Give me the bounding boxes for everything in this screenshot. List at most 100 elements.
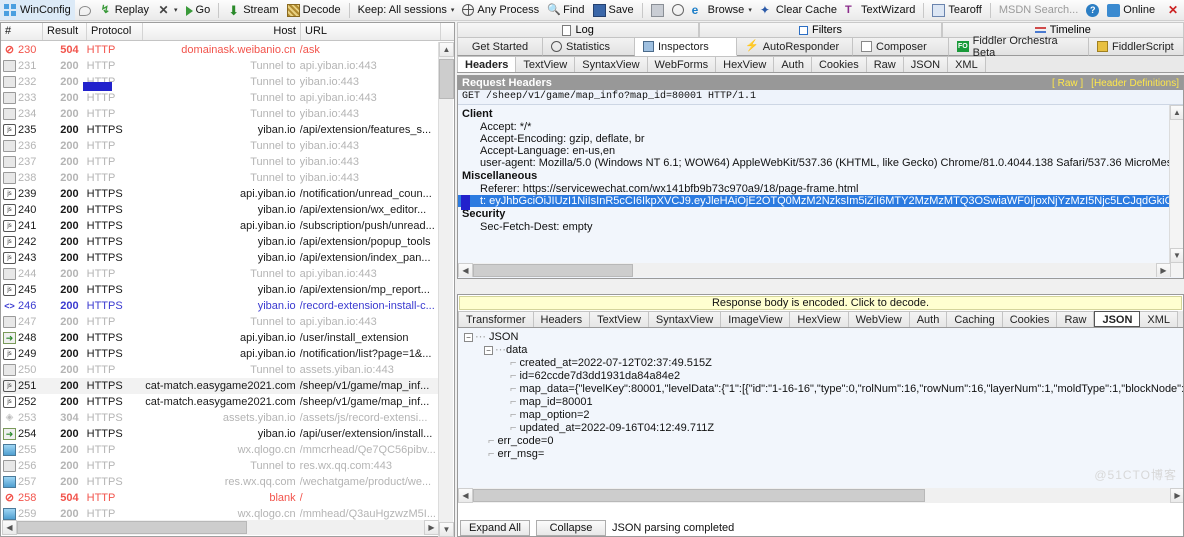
toolbar-keep-dropdown[interactable]: Keep: All sessions ▾: [354, 0, 459, 20]
toolbar-online-button[interactable]: Online: [1103, 0, 1159, 20]
table-row[interactable]: 256 200 HTTP Tunnel to res.wx.qq.com:443: [1, 458, 439, 474]
scroll-thumb[interactable]: [473, 489, 925, 502]
column-header-number[interactable]: #: [1, 23, 43, 40]
tab-inspectors[interactable]: Inspectors: [635, 37, 737, 56]
table-row[interactable]: <> 246 200 HTTPS yiban.io/record-extension-i…: [1, 298, 439, 314]
json-field-node[interactable]: ⌐ map_option=2: [462, 409, 1183, 422]
table-row[interactable]: js 252 200 HTTPS cat-match.easygame2021.com /…: [1, 394, 439, 410]
scroll-up-icon[interactable]: ▲: [439, 42, 454, 57]
toolbar-tearoff-button[interactable]: Tearoff: [928, 0, 985, 20]
toolbar-msdn-search-input[interactable]: MSDN Search...: [995, 0, 1082, 20]
toolbar-any-process-button[interactable]: Any Process: [458, 0, 543, 20]
tab-get-started[interactable]: Get Started: [457, 37, 543, 56]
response-tab-json[interactable]: JSON: [1094, 311, 1141, 327]
table-row[interactable]: 233 200 HTTP Tunnel to api.yiban.io:443: [1, 90, 439, 106]
request-tab-cookies[interactable]: Cookies: [811, 56, 867, 72]
json-root-node[interactable]: − ⋯ JSON: [462, 331, 1183, 344]
table-row[interactable]: ➜ 248 200 HTTPS api.yiban.io/user/install_ex…: [1, 330, 439, 346]
collapse-toggle-icon[interactable]: −: [484, 345, 493, 355]
request-tab-raw[interactable]: Raw: [866, 56, 904, 72]
response-tab-syntaxview[interactable]: SyntaxView: [648, 311, 722, 327]
table-row[interactable]: 247 200 HTTP Tunnel to api.yiban.io:443: [1, 314, 439, 330]
request-tab-auth[interactable]: Auth: [774, 56, 812, 72]
response-tab-imageview[interactable]: ImageView: [721, 311, 791, 327]
scroll-right-icon[interactable]: ▶: [424, 520, 439, 535]
session-list-body[interactable]: ⊘ 230 504 HTTP domainask.weibanio.cn/ask 231 2…: [1, 42, 439, 520]
header-line[interactable]: Accept-Language: en-us,en: [458, 145, 1171, 157]
request-horizontal-scrollbar[interactable]: ◀ ▶: [458, 262, 1171, 277]
header-line-selected[interactable]: t: eyJhbGciOiJIUzI1NiIsInR5cCI6IkpXVCJ9.…: [458, 195, 1171, 207]
request-tab-xml[interactable]: XML: [948, 56, 986, 72]
toolbar-replay-button[interactable]: ↯ Replay: [95, 0, 153, 20]
scroll-down-icon[interactable]: ▼: [1170, 248, 1183, 263]
table-row[interactable]: js 243 200 HTTPS yiban.io/api/extension/inde…: [1, 250, 439, 266]
json-field-node[interactable]: ⌐ map_id=80001: [462, 396, 1183, 409]
json-data-node[interactable]: − ⋯data: [462, 344, 1183, 357]
response-tab-webview[interactable]: WebView: [848, 311, 910, 327]
header-line[interactable]: Accept: */*: [458, 121, 1171, 133]
expand-all-button[interactable]: Expand All: [460, 520, 530, 536]
table-row[interactable]: 250 200 HTTP Tunnel to assets.yiban.io:443: [1, 362, 439, 378]
scroll-up-icon[interactable]: ▲: [1170, 105, 1183, 120]
request-tab-webforms[interactable]: WebForms: [647, 56, 717, 72]
request-tab-headers[interactable]: Headers: [457, 56, 517, 72]
tab-composer[interactable]: Composer: [853, 37, 949, 56]
response-tab-transformer[interactable]: Transformer: [458, 311, 534, 327]
response-tab-headers[interactable]: Headers: [533, 311, 591, 327]
toolbar-help-button[interactable]: ?: [1082, 0, 1103, 20]
table-row[interactable]: js 240 200 HTTPS yiban.io/api/extension/wx_e…: [1, 202, 439, 218]
table-row[interactable]: ⊘ 258 504 HTTP blank /: [1, 490, 439, 506]
scroll-right-icon[interactable]: ▶: [1170, 488, 1183, 503]
raw-link[interactable]: [ Raw ]: [1052, 78, 1083, 89]
column-header-protocol[interactable]: Protocol: [87, 23, 143, 40]
table-row[interactable]: 259 200 HTTP wx.qlogo.cn/mmhead/Q3auHgzwzM5…: [1, 506, 439, 520]
column-header-result[interactable]: Result: [43, 23, 87, 40]
json-field-node[interactable]: ⌐ updated_at=2022-09-16T04:12:49.711Z: [462, 422, 1183, 435]
collapse-toggle-icon[interactable]: −: [464, 332, 473, 342]
table-row[interactable]: 232200HTTPTunnel toyiban.io:443: [1, 74, 439, 90]
response-tab-textview[interactable]: TextView: [590, 311, 649, 327]
toolbar-clear-cache-button[interactable]: ✦ Clear Cache: [756, 0, 841, 20]
table-row[interactable]: js 241 200 HTTPS api.yiban.io/subscription/p…: [1, 218, 439, 234]
table-row[interactable]: js 235 200 HTTPS yiban.io/api/extension/feat…: [1, 122, 439, 138]
scroll-thumb[interactable]: [17, 521, 247, 534]
toolbar-save-button[interactable]: Save: [589, 0, 638, 20]
tab-statistics[interactable]: Statistics: [543, 37, 635, 56]
json-field-node[interactable]: ⌐ err_msg=: [462, 448, 1183, 461]
json-field-node[interactable]: ⌐ id=62ccde7d3dd1931da84a84e2: [462, 370, 1183, 383]
response-horizontal-scrollbar[interactable]: ◀ ▶: [458, 488, 1183, 503]
column-header-url[interactable]: URL: [301, 23, 441, 40]
tab-autoresponder[interactable]: ⚡ AutoResponder: [737, 37, 853, 56]
response-tab-cookies[interactable]: Cookies: [1002, 311, 1058, 327]
scroll-left-icon[interactable]: ◀: [2, 520, 17, 535]
table-row[interactable]: ◈ 253 304 HTTPS assets.yiban.io/assets/js/re…: [1, 410, 439, 426]
response-tab-caching[interactable]: Caching: [947, 311, 1003, 327]
table-row[interactable]: js 249 200 HTTPS api.yiban.io/notification/l…: [1, 346, 439, 362]
request-tab-syntaxview[interactable]: SyntaxView: [575, 56, 648, 72]
collapse-button[interactable]: Collapse: [536, 520, 606, 536]
response-tab-raw[interactable]: Raw: [1057, 311, 1095, 327]
close-icon[interactable]: ✕: [1168, 3, 1184, 17]
table-row[interactable]: 244 200 HTTP Tunnel to api.yiban.io:443: [1, 266, 439, 282]
toolbar-find-button[interactable]: 🔍 Find: [543, 0, 588, 20]
toolbar-decode-button[interactable]: Decode: [283, 0, 345, 20]
table-row[interactable]: js 251 200 HTTPS cat-match.easygame2021.com /…: [1, 378, 439, 394]
table-row[interactable]: 237 200 HTTP Tunnel to yiban.io:443: [1, 154, 439, 170]
toolbar-timer-button[interactable]: [668, 0, 688, 20]
toolbar-remove-button[interactable]: ✕ ▾: [153, 0, 182, 20]
request-vertical-scrollbar[interactable]: ▲ ▼: [1169, 105, 1183, 277]
table-row[interactable]: ⊘ 230 504 HTTP domainask.weibanio.cn/ask: [1, 42, 439, 58]
table-row[interactable]: 234 200 HTTP Tunnel to yiban.io:443: [1, 106, 439, 122]
scroll-thumb[interactable]: [439, 59, 454, 99]
table-row[interactable]: ➜ 254 200 HTTPS yiban.io/api/user/extension/…: [1, 426, 439, 442]
scroll-left-icon[interactable]: ◀: [458, 488, 473, 503]
tab-fiddler-orchestra[interactable]: FO Fiddler Orchestra Beta: [949, 35, 1089, 59]
response-tab-auth[interactable]: Auth: [909, 311, 948, 327]
table-row[interactable]: 236 200 HTTP Tunnel to yiban.io:443: [1, 138, 439, 154]
scroll-thumb[interactable]: [473, 263, 633, 277]
table-row[interactable]: 257 200 HTTPS res.wx.qq.com/wechatgame/prod…: [1, 474, 439, 490]
table-row[interactable]: 231 200 HTTP Tunnel to api.yiban.io:443: [1, 58, 439, 74]
json-field-node[interactable]: ⌐ map_data={"levelKey":80001,"levelData"…: [462, 383, 1183, 396]
response-tab-xml[interactable]: XML: [1140, 311, 1179, 327]
request-tab-textview[interactable]: TextView: [516, 56, 576, 72]
